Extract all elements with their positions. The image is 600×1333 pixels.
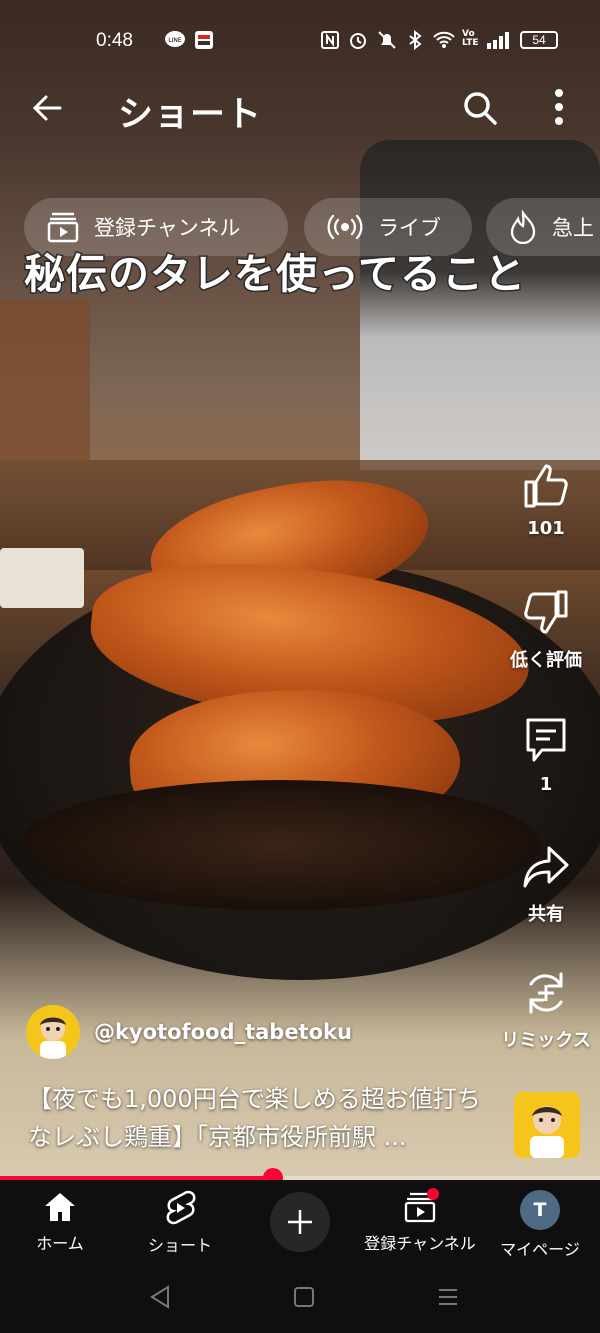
remix-icon [529, 972, 563, 1014]
remix-button[interactable]: リミックス [496, 968, 596, 1052]
share-label: 共有 [528, 904, 564, 925]
signal-icon [486, 30, 512, 54]
shorts-icon [166, 1190, 196, 1225]
status-time: 0:48 [96, 30, 133, 51]
page-title: ショート [118, 95, 263, 135]
nfc-icon [320, 30, 340, 54]
user-avatar: T [520, 1190, 560, 1230]
line-app-icon: LINE [164, 30, 186, 54]
battery-icon: 54 [520, 31, 558, 49]
wifi-icon [432, 30, 456, 54]
plus-icon [288, 1210, 312, 1234]
volte-icon: Vo LTE [462, 29, 479, 48]
chip-label: ライブ [378, 216, 441, 240]
notification-dot [427, 1188, 439, 1200]
comment-icon [526, 718, 566, 762]
channel-avatar[interactable] [26, 1005, 80, 1059]
nav-me[interactable]: T マイページ [475, 1190, 600, 1260]
dislike-button[interactable]: 低く評価 [496, 588, 596, 672]
svg-text:LINE: LINE [168, 37, 182, 44]
alarm-icon [348, 30, 368, 54]
nav-subscriptions[interactable]: 登録チャンネル [355, 1188, 485, 1254]
nav-me-label: マイページ [500, 1240, 580, 1259]
nav-home[interactable]: ホーム [0, 1190, 125, 1254]
nav-home-label: ホーム [36, 1234, 84, 1253]
bottom-navigation: ホーム ショート 登録チャンネル T マイページ [0, 1180, 600, 1270]
live-icon [327, 214, 363, 240]
chip-label: 急上 [552, 216, 594, 240]
bluetooth-icon [408, 29, 422, 54]
thumb-up-icon [524, 464, 568, 508]
channel-name[interactable]: @kyotofood_tabetoku [94, 1020, 352, 1044]
like-button[interactable]: 101 [496, 460, 596, 539]
share-button[interactable]: 共有 [496, 842, 596, 926]
background-napkin [0, 548, 84, 608]
app-notification-icon [194, 30, 214, 54]
subscriptions-icon [47, 212, 79, 243]
comments-button[interactable]: 1 [496, 716, 596, 795]
dislike-label: 低く評価 [510, 650, 582, 671]
system-back-icon[interactable] [148, 1284, 172, 1310]
back-arrow-icon[interactable] [28, 88, 68, 128]
create-button[interactable] [270, 1192, 330, 1252]
system-home-icon[interactable] [292, 1284, 316, 1310]
chip-label: 登録チャンネル [94, 216, 241, 240]
video-caption-overlay: 秘伝のタレを使ってること [23, 249, 527, 300]
search-icon[interactable] [460, 88, 500, 128]
more-vert-icon[interactable] [544, 86, 574, 130]
nav-shorts[interactable]: ショート [115, 1190, 245, 1256]
background-chair [0, 300, 90, 460]
nav-subscriptions-label: 登録チャンネル [364, 1234, 476, 1253]
home-icon [45, 1193, 75, 1221]
sauce-pool [20, 780, 540, 910]
like-count: 101 [527, 518, 565, 539]
nav-shorts-label: ショート [147, 1236, 212, 1255]
share-icon [523, 846, 569, 888]
status-bar: 0:48 LINE Vo LTE 54 [0, 0, 600, 80]
thumb-down-icon [524, 590, 568, 634]
video-title[interactable]: 【夜でも1,000円台で楽しめる超お値打ちなレぶし鶏重】「京都市役所前駅 ... [28, 1080, 498, 1156]
background-person [360, 140, 600, 470]
trending-icon [510, 210, 536, 244]
comment-count: 1 [539, 774, 553, 795]
mute-icon [376, 30, 398, 54]
remix-label: リミックス [501, 1030, 591, 1051]
system-navigation-bar [0, 1270, 600, 1333]
sound-thumbnail[interactable] [514, 1092, 580, 1158]
system-recents-icon[interactable] [436, 1284, 460, 1310]
